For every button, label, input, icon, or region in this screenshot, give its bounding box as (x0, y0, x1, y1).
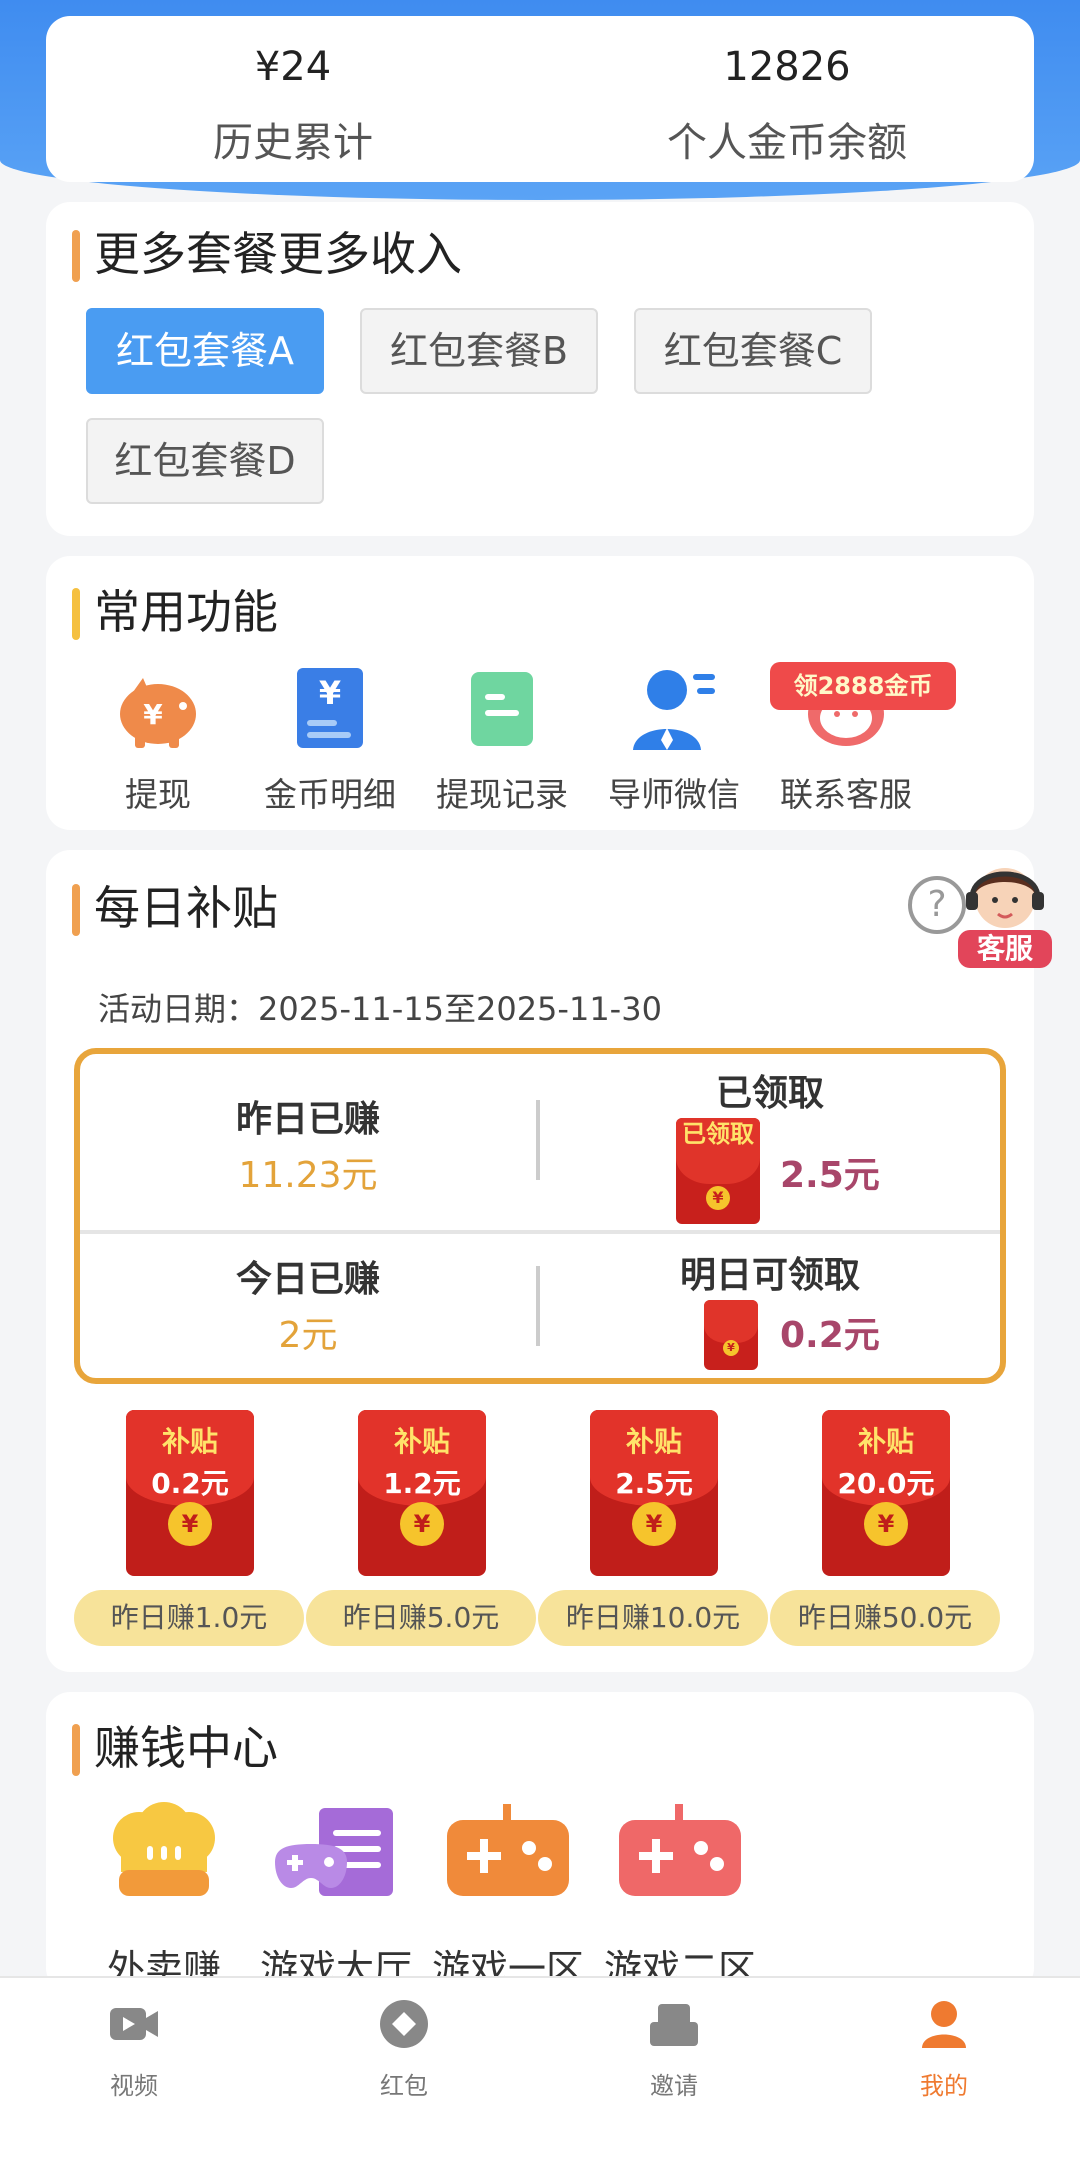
withdraw-record-label: 提现记录 (436, 775, 568, 814)
coin-balance-label: 个人金币余额 (667, 120, 907, 166)
packages-card: 更多套餐更多收入 红包套餐A 红包套餐B 红包套餐C 红包套餐D (46, 202, 1034, 536)
withdraw-label: 提现 (125, 775, 191, 814)
game-zone-1-button[interactable]: 游戏一区 (428, 1802, 588, 1993)
package-c-button[interactable]: 红包套餐C (634, 308, 872, 394)
svg-text:¥: ¥ (143, 698, 163, 731)
piggy-bank-icon: ¥ (113, 664, 203, 754)
tab-video[interactable]: 视频 (74, 1998, 194, 2101)
bottom-tab-bar: 视频 红包 邀请 我的 (0, 1976, 1080, 2183)
coin-icon: ¥ (168, 1502, 212, 1546)
activity-date: 活动日期：2025-11-15至2025-11-30 (98, 990, 662, 1028)
tab-redpacket[interactable]: 红包 (344, 1998, 464, 2101)
subsidy-amount: 1.2元 (383, 1467, 461, 1500)
service-avatar-icon (966, 868, 1044, 928)
coin-icon: ¥ (723, 1340, 739, 1356)
subsidy-title: 补贴 (161, 1425, 218, 1458)
redpacket-diamond-icon (378, 1998, 430, 2050)
coin-detail-icon: ¥ (285, 664, 375, 754)
daily-title: 每日补贴 (72, 878, 278, 938)
gamepad-red-icon (615, 1802, 745, 1902)
coin-icon: ¥ (864, 1502, 908, 1546)
gamepad-orange-icon (443, 1802, 573, 1902)
daily-summary-box: 昨日已赚 11.23元 已领取 已领取 ¥ 2.5元 今日已赚 2元 明日可领取… (74, 1048, 1006, 1384)
claimed-red-envelope-icon: 已领取 ¥ (676, 1118, 760, 1224)
package-d-button[interactable]: 红包套餐D (86, 418, 324, 504)
mentor-wechat-button[interactable]: 导师微信 (594, 664, 754, 816)
functions-title: 常用功能 (72, 582, 278, 642)
tomorrow-claim-value: 0.2元 (780, 1315, 880, 1356)
svg-text:¥: ¥ (319, 674, 341, 712)
game-hall-icon (271, 1802, 401, 1902)
coin-balance-value: 12826 (723, 44, 851, 90)
history-total-value: ¥24 (254, 44, 332, 90)
coin-icon: ¥ (706, 1186, 730, 1210)
subsidy-title: 补贴 (393, 1425, 450, 1458)
earn-title: 赚钱中心 (72, 1718, 278, 1778)
claimed-label: 已领取 (715, 1073, 824, 1114)
yesterday-earned-label: 昨日已赚 (235, 1099, 380, 1140)
tab-mine[interactable]: 我的 (884, 1998, 1004, 2101)
tab-invite-label: 邀请 (650, 2072, 698, 2100)
tab-redpacket-label: 红包 (380, 2072, 428, 2100)
customer-service-float[interactable]: 客服 (958, 856, 1052, 968)
coin-reward-badge: 领2888金币 (770, 662, 956, 710)
subsidy-title: 补贴 (625, 1425, 682, 1458)
row-divider (80, 1230, 1000, 1234)
mentor-wechat-label: 导师微信 (608, 775, 740, 814)
video-icon (108, 1998, 160, 2050)
history-total-stat[interactable]: ¥24 历史累计 (46, 16, 540, 182)
history-total-label: 历史累计 (213, 120, 373, 166)
coin-icon: ¥ (400, 1502, 444, 1546)
stats-card: ¥24 历史累计 12826 个人金币余额 (46, 16, 1034, 182)
game-hall-button[interactable]: 游戏大厅 (256, 1802, 416, 1993)
subsidy-amount: 20.0元 (837, 1467, 935, 1500)
today-earned-value: 2元 (278, 1315, 338, 1356)
packages-title: 更多套餐更多收入 (72, 224, 462, 284)
coin-detail-button[interactable]: ¥ 金币明细 (250, 664, 410, 816)
coin-icon: ¥ (632, 1502, 676, 1546)
subsidy-condition-1: 昨日赚1.0元 (74, 1590, 304, 1646)
daily-subsidy-card: 每日补贴 ? 客服 活动日期：2025-11-15至2025-11-30 昨日已… (46, 850, 1052, 1672)
subsidy-envelope-4[interactable]: 补贴 20.0元 ¥ (822, 1410, 950, 1576)
claimed-envelope-text: 已领取 (682, 1120, 754, 1148)
tab-invite[interactable]: 邀请 (614, 1998, 734, 2101)
subsidy-title: 补贴 (857, 1425, 914, 1458)
tomorrow-claim-label: 明日可领取 (679, 1255, 860, 1296)
record-icon (457, 664, 547, 754)
subsidy-condition-2: 昨日赚5.0元 (306, 1590, 536, 1646)
tomorrow-red-envelope-icon: ¥ (704, 1300, 758, 1370)
earn-center-card: 赚钱中心 外卖赚 游戏大厅 游戏一区 游戏二区 (46, 1692, 1034, 1992)
subsidy-envelope-1[interactable]: 补贴 0.2元 ¥ (126, 1410, 254, 1576)
withdraw-record-button[interactable]: 提现记录 (422, 664, 582, 816)
yesterday-earned-value: 11.23元 (238, 1155, 378, 1196)
package-a-button[interactable]: 红包套餐A (86, 308, 324, 394)
subsidy-envelope-2[interactable]: 补贴 1.2元 ¥ (358, 1410, 486, 1576)
service-label: 客服 (958, 930, 1052, 968)
subsidy-amount: 2.5元 (615, 1467, 693, 1500)
subsidy-condition-3: 昨日赚10.0元 (538, 1590, 768, 1646)
user-icon (918, 1998, 970, 2050)
takeout-earn-button[interactable]: 外卖赚 (84, 1802, 244, 1993)
coin-balance-stat[interactable]: 12826 个人金币余额 (540, 16, 1034, 182)
subsidy-amount: 0.2元 (151, 1467, 229, 1500)
subsidy-condition-4: 昨日赚50.0元 (770, 1590, 1000, 1646)
mentor-icon (629, 664, 719, 754)
tab-video-label: 视频 (110, 2072, 158, 2100)
invite-icon (648, 1998, 700, 2050)
package-b-button[interactable]: 红包套餐B (360, 308, 598, 394)
contact-service-label: 联系客服 (780, 775, 912, 814)
tab-mine-label: 我的 (920, 2072, 968, 2100)
claimed-value: 2.5元 (780, 1155, 880, 1196)
chef-hat-icon (99, 1802, 229, 1902)
withdraw-button[interactable]: ¥ 提现 (78, 664, 238, 816)
subsidy-envelope-3[interactable]: 补贴 2.5元 ¥ (590, 1410, 718, 1576)
game-zone-2-button[interactable]: 游戏二区 (600, 1802, 760, 1993)
today-earned-label: 今日已赚 (235, 1259, 380, 1300)
coin-detail-label: 金币明细 (264, 775, 396, 814)
